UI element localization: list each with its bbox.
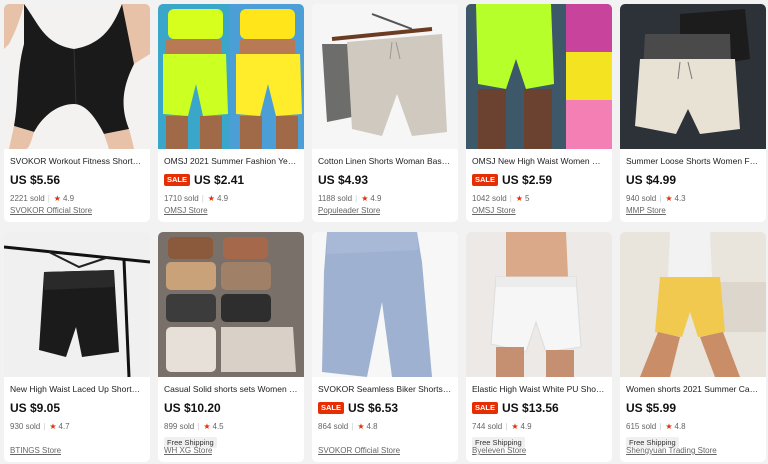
star-icon: ★ <box>361 194 369 203</box>
product-title[interactable]: Casual Solid shorts sets Women 2... <box>164 383 298 396</box>
product-card[interactable]: OMSJ 2021 Summer Fashion Yello... SALE U… <box>158 4 304 222</box>
rating-value: 4.7 <box>58 422 70 431</box>
product-price: US $2.41 <box>194 173 245 187</box>
product-title[interactable]: Cotton Linen Shorts Woman Basic ... <box>318 155 452 168</box>
store-link[interactable]: MMP Store <box>626 206 666 215</box>
product-image[interactable] <box>466 4 612 149</box>
product-card[interactable]: Women shorts 2021 Summer Casu... US $5.9… <box>620 232 766 462</box>
product-title[interactable]: Summer Loose Shorts Women Fas... <box>626 155 760 168</box>
product-image[interactable] <box>4 232 150 377</box>
rating-value: 4.9 <box>62 194 75 203</box>
sale-badge: SALE <box>472 174 499 186</box>
product-price: US $4.93 <box>318 173 369 187</box>
product-title[interactable]: OMSJ 2021 Summer Fashion Yello... <box>164 155 298 168</box>
store-link[interactable]: BTINGS Store <box>10 446 61 455</box>
star-icon: ★ <box>511 422 519 431</box>
biker-shorts-photo <box>312 232 458 377</box>
sold-count: 615 sold <box>626 422 657 431</box>
star-icon: ★ <box>515 194 523 203</box>
store-link[interactable]: SVOKOR Official Store <box>318 446 400 455</box>
product-image[interactable] <box>466 232 612 377</box>
product-price: US $5.56 <box>10 173 61 187</box>
shorts-sets-flatlay-photo <box>158 232 304 377</box>
store-link[interactable]: SVOKOR Official Store <box>10 206 92 215</box>
product-price: US $13.56 <box>502 401 559 415</box>
rating-value: 4.9 <box>370 194 382 203</box>
loose-shorts-photo <box>620 4 766 149</box>
sold-count: 1042 sold <box>472 194 507 203</box>
product-title[interactable]: OMSJ New High Waist Women Sex... <box>472 155 606 168</box>
white-pu-shorts-photo <box>466 232 612 377</box>
product-card[interactable]: Elastic High Waist White PU Shorts... SA… <box>466 232 612 462</box>
product-image[interactable] <box>620 232 766 377</box>
product-price: US $4.99 <box>626 173 677 187</box>
rating-value: 4.8 <box>366 422 378 431</box>
product-card[interactable]: New High Waist Laced Up Shorts Fl... US … <box>4 232 150 462</box>
store-link[interactable]: OMSJ Store <box>164 206 208 215</box>
product-title[interactable]: SVOKOR Seamless Biker Shorts W... <box>318 383 452 396</box>
rating-value: 4.8 <box>674 422 686 431</box>
product-price: US $9.05 <box>10 401 61 415</box>
sold-count: 744 sold <box>472 422 503 431</box>
rating-value: 4.5 <box>212 422 224 431</box>
product-card[interactable]: OMSJ New High Waist Women Sex... SALE US… <box>466 4 612 222</box>
sold-count: 899 sold <box>164 422 195 431</box>
sold-count: 940 sold <box>626 194 657 203</box>
rating-value: 4.3 <box>674 194 686 203</box>
store-link[interactable]: WH XG Store <box>164 446 212 455</box>
sale-badge: SALE <box>164 174 191 186</box>
sale-badge: SALE <box>318 402 345 414</box>
product-image[interactable] <box>158 232 304 377</box>
store-link[interactable]: Byeleven Store <box>472 446 526 455</box>
product-image[interactable] <box>312 232 458 377</box>
product-grid: SVOKOR Workout Fitness Shorts S... US $5… <box>4 4 766 462</box>
product-title[interactable]: Women shorts 2021 Summer Casu... <box>626 383 760 396</box>
sale-badge: SALE <box>472 402 499 414</box>
store-link[interactable]: Shengyuan Trading Store <box>626 446 717 455</box>
sold-count: 1188 sold <box>318 194 353 203</box>
product-price: US $6.53 <box>348 401 399 415</box>
black-shorts-photo <box>4 4 150 149</box>
product-price: US $5.99 <box>626 401 677 415</box>
product-image[interactable] <box>312 4 458 149</box>
product-image[interactable] <box>4 4 150 149</box>
sold-count: 864 sold <box>318 422 349 431</box>
product-card[interactable]: Casual Solid shorts sets Women 2... US $… <box>158 232 304 462</box>
store-link[interactable]: OMSJ Store <box>472 206 516 215</box>
product-price: US $10.20 <box>164 401 221 415</box>
product-title[interactable]: New High Waist Laced Up Shorts Fl... <box>10 383 144 396</box>
product-title[interactable]: Elastic High Waist White PU Shorts... <box>472 383 606 396</box>
product-card[interactable]: Cotton Linen Shorts Woman Basic ... US $… <box>312 4 458 222</box>
star-icon: ★ <box>207 194 215 203</box>
star-icon: ★ <box>665 194 673 203</box>
rating-value: 4.9 <box>520 422 532 431</box>
rating-value: 5 <box>524 194 530 203</box>
product-image[interactable] <box>158 4 304 149</box>
sold-count: 1710 sold <box>164 194 199 203</box>
star-icon: ★ <box>203 422 211 431</box>
star-icon: ★ <box>49 422 57 431</box>
neon-shorts-collage-photo <box>466 4 612 149</box>
star-icon: ★ <box>53 194 61 203</box>
linen-shorts-photo <box>312 4 458 149</box>
star-icon: ★ <box>357 422 365 431</box>
product-image[interactable] <box>620 4 766 149</box>
neon-set-photo <box>158 4 304 149</box>
sold-count: 2221 sold <box>10 194 45 203</box>
product-card[interactable]: SVOKOR Seamless Biker Shorts W... SALE U… <box>312 232 458 462</box>
product-title[interactable]: SVOKOR Workout Fitness Shorts S... <box>10 155 144 168</box>
rating-value: 4.9 <box>216 194 229 203</box>
product-card[interactable]: SVOKOR Workout Fitness Shorts S... US $5… <box>4 4 150 222</box>
yellow-shorts-photo <box>620 232 766 377</box>
sold-count: 930 sold <box>10 422 41 431</box>
store-link[interactable]: Populeader Store <box>318 206 380 215</box>
product-card[interactable]: Summer Loose Shorts Women Fas... US $4.9… <box>620 4 766 222</box>
laced-shorts-photo <box>4 232 150 377</box>
product-price: US $2.59 <box>502 173 553 187</box>
star-icon: ★ <box>665 422 673 431</box>
